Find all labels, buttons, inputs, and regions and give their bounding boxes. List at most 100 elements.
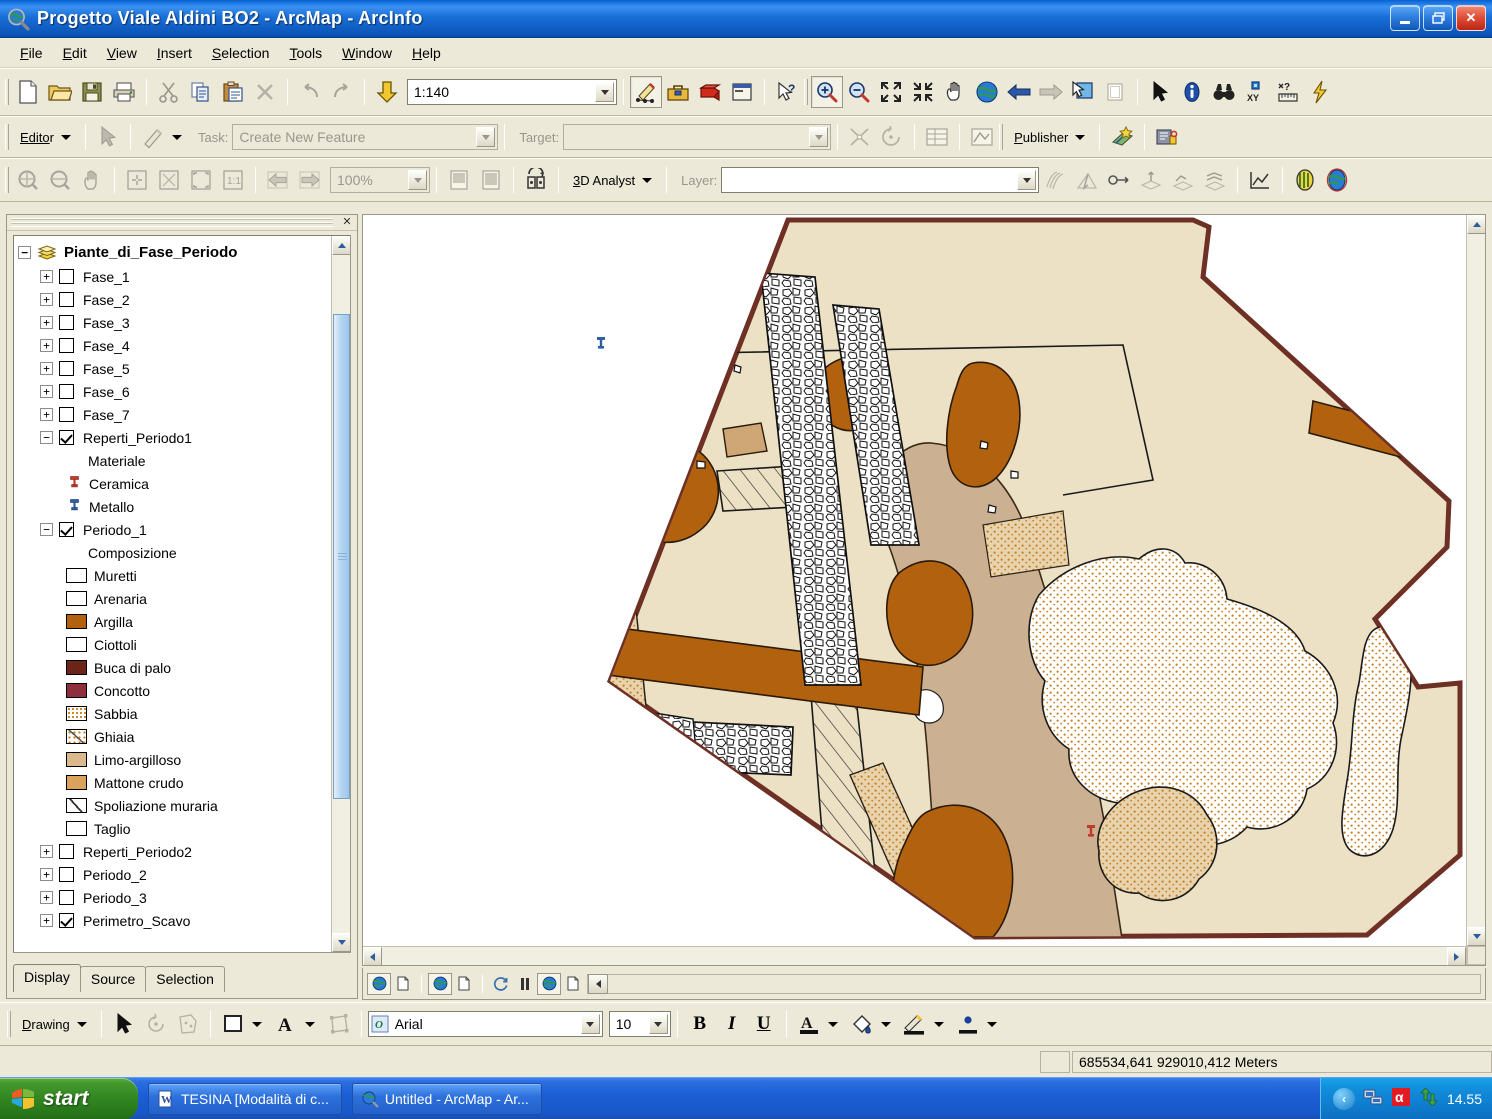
layer-visibility-checkbox[interactable]	[59, 867, 74, 882]
start-button[interactable]: start	[0, 1077, 138, 1119]
toc-symbol-concotto[interactable]: Concotto	[14, 679, 331, 702]
toolbar-grip[interactable]	[5, 79, 9, 105]
editor-menu-chevron-down-icon[interactable]	[60, 134, 71, 140]
toc-layer-fase-7[interactable]: + Fase_7	[14, 403, 331, 426]
expander-icon[interactable]: +	[40, 914, 53, 927]
marker-color-chevron-down-icon[interactable]	[986, 1021, 997, 1027]
line-color-icon[interactable]	[899, 1008, 931, 1040]
map-horizontal-scrollbar[interactable]	[363, 946, 1466, 965]
taskbar-item-tesina[interactable]: W TESINA [Modalità di c...	[148, 1082, 342, 1115]
text-color-icon[interactable]: A	[793, 1008, 825, 1040]
fill-bucket-chevron-down-icon[interactable]	[880, 1021, 891, 1027]
cut-scissors-icon[interactable]	[153, 76, 185, 108]
hyperlink-lightning-icon[interactable]	[1304, 76, 1336, 108]
toolbar-grip[interactable]	[5, 124, 9, 150]
menu-edit[interactable]: Edit	[53, 41, 97, 65]
menu-file[interactable]: File	[10, 41, 53, 65]
toc-layer-fase-5[interactable]: + Fase_5	[14, 357, 331, 380]
layer-visibility-checkbox[interactable]	[59, 269, 74, 284]
toc-symbol-arenaria[interactable]: Arenaria	[14, 587, 331, 610]
toc-layer-fase-6[interactable]: + Fase_6	[14, 380, 331, 403]
expander-icon[interactable]: +	[40, 891, 53, 904]
analyst-menu-label[interactable]: 3D Analyst	[565, 173, 639, 188]
toc-symbol-taglio[interactable]: Taglio	[14, 817, 331, 840]
analyst-menu-chevron-down-icon[interactable]	[642, 177, 653, 183]
toc-symbol-metallo[interactable]: Metallo	[14, 495, 331, 518]
drawing-menu-chevron-down-icon[interactable]	[76, 1021, 87, 1027]
marker-color-icon[interactable]	[952, 1008, 984, 1040]
font-color-A-icon[interactable]: A	[270, 1008, 302, 1040]
line-of-sight-icon[interactable]	[1103, 164, 1135, 196]
toc-symbol-buca-di-palo[interactable]: Buca di palo	[14, 656, 331, 679]
menu-insert[interactable]: Insert	[147, 41, 202, 65]
expander-icon[interactable]: +	[40, 339, 53, 352]
layer-combo[interactable]	[721, 167, 1040, 193]
menu-window[interactable]: Window	[332, 41, 402, 65]
map-canvas[interactable]	[363, 215, 1465, 947]
open-folder-icon[interactable]	[44, 76, 76, 108]
layer-visibility-checkbox[interactable]	[59, 407, 74, 422]
toc-symbol-ghiaia[interactable]: Ghiaia	[14, 725, 331, 748]
map-scroll-left-button[interactable]	[363, 947, 382, 965]
profile-chart-icon[interactable]	[1244, 164, 1276, 196]
layout-view-icon[interactable]	[475, 164, 507, 196]
toc-scroll-thumb[interactable]	[333, 314, 350, 799]
updates-icon[interactable]	[1419, 1087, 1439, 1109]
zoom-whole-page-icon[interactable]	[153, 164, 185, 196]
draw-page-icon[interactable]	[391, 973, 415, 995]
tab-selection[interactable]: Selection	[145, 966, 225, 992]
layer-visibility-checkbox[interactable]	[59, 890, 74, 905]
fixed-zoom-in-icon[interactable]	[875, 76, 907, 108]
minimize-button[interactable]	[1390, 5, 1420, 31]
expander-icon[interactable]: −	[40, 431, 53, 444]
page-zoom-dropdown-arrow[interactable]	[408, 170, 427, 190]
menu-selection[interactable]: Selection	[202, 41, 280, 65]
font-chevron-down-icon[interactable]	[304, 1021, 315, 1027]
rotate-element-icon[interactable]	[140, 1008, 172, 1040]
expander-icon[interactable]: +	[40, 316, 53, 329]
layer-visibility-checkbox[interactable]	[59, 315, 74, 330]
identify-info-icon[interactable]	[1176, 76, 1208, 108]
toc-vertical-scrollbar[interactable]	[331, 236, 350, 952]
paste-icon[interactable]	[217, 76, 249, 108]
toc-titlebar[interactable]: ✕	[7, 215, 357, 231]
rotate-icon[interactable]	[876, 121, 908, 153]
new-document-icon[interactable]	[12, 76, 44, 108]
fill-color-icon[interactable]	[217, 1008, 249, 1040]
redo-arrow-icon[interactable]	[326, 76, 358, 108]
toc-drag-grip[interactable]	[11, 218, 333, 227]
edit-arrow-icon[interactable]	[92, 121, 124, 153]
sketch-pencil-icon[interactable]	[137, 121, 169, 153]
tab-display[interactable]: Display	[13, 964, 81, 992]
map-scale-dropdown-arrow[interactable]	[595, 82, 614, 102]
close-button[interactable]: ✕	[1456, 5, 1486, 31]
layer-visibility-checkbox[interactable]	[59, 522, 74, 537]
forward-extent-arrow-icon[interactable]	[1035, 76, 1067, 108]
font-family-combo[interactable]: O Arial	[367, 1011, 603, 1037]
expander-icon[interactable]: +	[40, 362, 53, 375]
delete-x-icon[interactable]	[249, 76, 281, 108]
create-tin-icon[interactable]	[1199, 164, 1231, 196]
toc-symbol-argilla[interactable]: Argilla	[14, 610, 331, 633]
toc-close-icon[interactable]: ✕	[340, 216, 354, 230]
save-icon[interactable]	[76, 76, 108, 108]
publisher-menu-label[interactable]: Publisher	[1006, 130, 1072, 145]
expander-icon[interactable]: +	[40, 868, 53, 881]
italic-button[interactable]: I	[716, 1008, 748, 1040]
expander-icon[interactable]: +	[40, 385, 53, 398]
continuous-refresh-icon[interactable]	[489, 973, 513, 995]
arctoolbox-red-icon[interactable]	[694, 76, 726, 108]
zoom-1-1-icon[interactable]: 1:1	[217, 164, 249, 196]
split-icon[interactable]	[844, 121, 876, 153]
toolbar-grip[interactable]	[5, 167, 9, 193]
pan-hand-icon[interactable]	[939, 76, 971, 108]
map-scroll-down-button[interactable]	[1467, 927, 1485, 946]
fill-color-chevron-down-icon[interactable]	[251, 1021, 262, 1027]
menu-view[interactable]: View	[97, 41, 147, 65]
toc-symbol-ciottoli[interactable]: Ciottoli	[14, 633, 331, 656]
full-extent-globe-icon[interactable]	[971, 76, 1003, 108]
task-combo[interactable]: Create New Feature	[232, 124, 499, 150]
zoom-in-page-icon[interactable]	[12, 164, 44, 196]
toc-layer-periodo-1[interactable]: − Periodo_1	[14, 518, 331, 541]
taskbar-item-arcmap[interactable]: Untitled - ArcMap - Ar...	[351, 1082, 542, 1115]
